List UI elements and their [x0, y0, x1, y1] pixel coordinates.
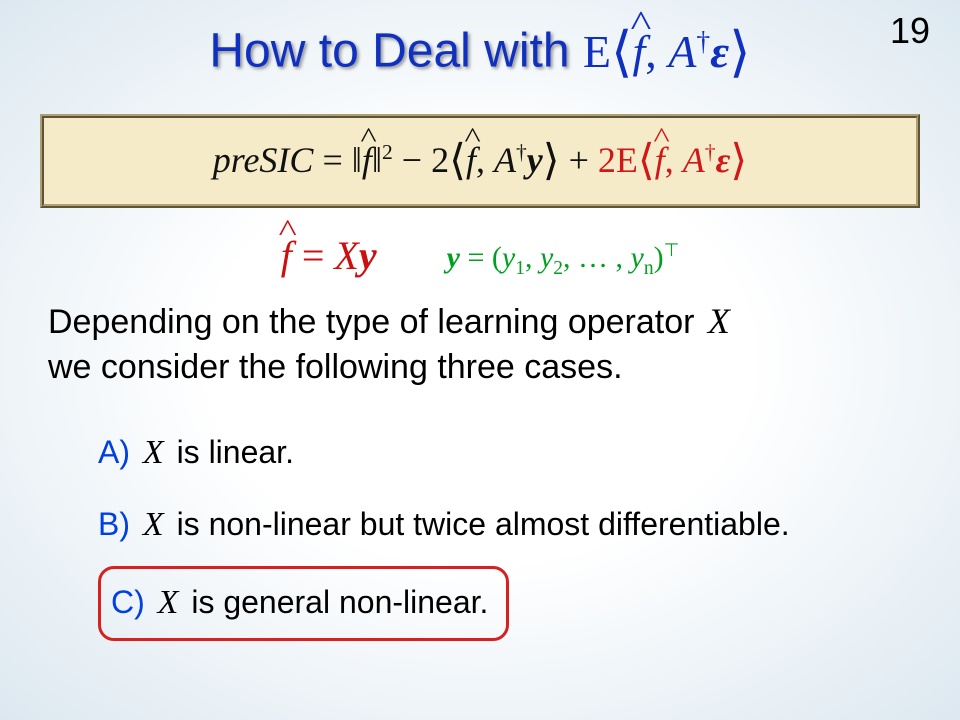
case-b-text: is non-linear but twice almost different…: [168, 506, 790, 542]
formula-red: 2E⟨f, A†ε⟩: [598, 140, 747, 180]
case-b-X: X: [139, 506, 168, 543]
case-c-label: C): [111, 584, 145, 620]
case-a-text: is linear.: [168, 434, 294, 470]
body-part-b: we consider the following three cases.: [48, 348, 623, 386]
case-c: C) X is general non-linear.: [90, 562, 900, 645]
case-a: A) X is linear.: [90, 417, 900, 490]
formula-black: preSIC = ‖f‖2 − 2⟨f, A†y⟩ +: [213, 140, 598, 180]
case-b-label: B): [98, 506, 130, 542]
title-math: E⟨f, A†ε⟩: [583, 26, 751, 77]
case-a-X: X: [139, 434, 168, 471]
case-b: B) X is non-linear but twice almost diff…: [90, 489, 900, 562]
case-list: A) X is linear. B) X is non-linear but t…: [90, 417, 900, 645]
formula-box: preSIC = ‖f‖2 − 2⟨f, A†y⟩ + 2E⟨f, A†ε⟩: [40, 114, 920, 208]
slide-title: How to Deal with E⟨f, A†ε⟩: [0, 0, 960, 84]
case-c-highlight: C) X is general non-linear.: [98, 566, 509, 641]
page-number: 19: [890, 10, 930, 52]
case-a-label: A): [98, 434, 130, 470]
body-paragraph: Depending on the type of learning operat…: [48, 298, 912, 389]
y-vector-def: y = (y1, y2, … , yn)⊤: [447, 241, 680, 274]
f-hat-def: f = Xy: [281, 233, 377, 278]
title-text: How to Deal with: [209, 25, 582, 78]
operator-X: X: [704, 301, 734, 341]
case-c-X: X: [154, 584, 183, 621]
definition-line: f = Xy y = (y1, y2, … , yn)⊤: [0, 232, 960, 280]
case-c-text: is general non-linear.: [182, 584, 488, 620]
body-part-a: Depending on the type of learning operat…: [48, 303, 704, 341]
